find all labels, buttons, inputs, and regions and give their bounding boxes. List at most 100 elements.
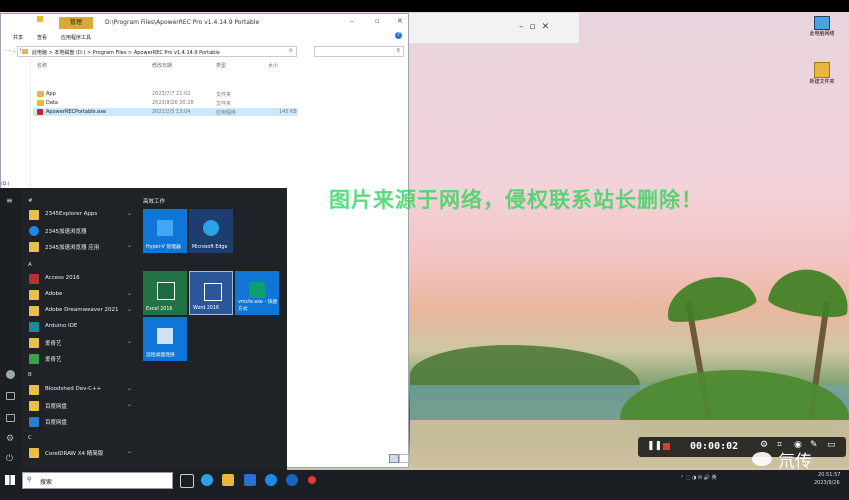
folder-icon <box>29 306 39 316</box>
section-header[interactable]: B <box>28 372 32 378</box>
app-list-item[interactable]: 爱奇艺 ⌄ <box>26 336 134 350</box>
breadcrumb[interactable]: 此电脑 > 本地磁盘 (D:) > Program Files > Apower… <box>17 46 297 57</box>
tile-excel[interactable]: Excel 2016 <box>143 271 187 315</box>
help-icon[interactable]: ? <box>395 32 402 39</box>
pictures-icon[interactable] <box>6 414 15 422</box>
taskbar-search-box[interactable]: ⚲ 搜索 <box>22 472 173 489</box>
start-button[interactable] <box>5 475 15 485</box>
window-controls[interactable]: –▫✕ <box>519 22 579 32</box>
file-type: 文件夹 <box>216 101 232 107</box>
app-list-item[interactable]: Arduino IDE <box>26 320 134 334</box>
app-list-item[interactable]: Bloodshed Dev-C++ ⌄ <box>26 383 134 397</box>
search-icon: ⚲ <box>396 48 400 54</box>
app-list-item[interactable]: 2345Explorer Apps ⌄ <box>26 208 134 222</box>
documents-icon[interactable] <box>6 392 15 400</box>
close-icon[interactable]: ✕ <box>397 17 403 25</box>
folder-icon <box>29 242 39 252</box>
settings-icon[interactable]: ⚙ <box>6 434 14 444</box>
tab-share[interactable]: 共享 <box>13 34 23 41</box>
chevron-down-icon: ⌄ <box>126 338 132 345</box>
file-row[interactable]: Data 2023/9/26 20:28 文件夹 <box>33 99 298 107</box>
tile-hyper-v[interactable]: Hyper-V 管理器 <box>143 209 187 253</box>
chevron-down-icon: ⌄ <box>126 290 132 297</box>
file-size: 145 KB <box>279 109 297 115</box>
word-icon <box>204 283 222 301</box>
browser-icon <box>29 226 39 236</box>
store-icon[interactable] <box>244 474 256 486</box>
app-list-item[interactable]: Adobe ⌄ <box>26 288 134 302</box>
app-list-item[interactable]: Adobe Dreamweaver 2021 ⌄ <box>26 304 134 318</box>
app-list-item[interactable]: 百度网盘 <box>26 415 134 429</box>
tab-app-tools[interactable]: 应用程序工具 <box>61 34 91 41</box>
brand-text: 氘传 <box>778 452 812 472</box>
start-menu: ≡ ⚙ ⏻ # 2345Explorer Apps ⌄ 2345加速浏览器 234… <box>0 188 287 470</box>
column-date[interactable]: 修改日期 <box>152 62 172 69</box>
nav-item-drive[interactable]: (D:) <box>1 182 10 187</box>
file-date: 2023/7/7 21:02 <box>152 91 191 97</box>
app-icon[interactable] <box>286 474 298 486</box>
folder-icon <box>22 49 28 54</box>
details-view-icon[interactable] <box>389 454 399 463</box>
desktop-icon[interactable]: 此电脑网络 <box>805 16 839 37</box>
browser-icon[interactable] <box>265 474 277 486</box>
app-list-item[interactable]: 2345加速浏览器 应用 ⌄ <box>26 240 134 254</box>
breadcrumb-item[interactable]: ApowerREC Pro v1.4.14.9 Portable <box>134 50 220 56</box>
section-header[interactable]: # <box>28 198 33 204</box>
maximize-icon[interactable]: ▫ <box>375 17 380 25</box>
app-list-item[interactable]: 百度网盘 ⌄ <box>26 399 134 413</box>
ribbon-tabs: 共享 查看 应用程序工具 ? <box>1 32 408 43</box>
minimize-icon[interactable]: – <box>350 17 354 25</box>
clock-date[interactable]: 2023/9/26 <box>814 480 840 486</box>
tab-view[interactable]: 查看 <box>37 34 47 41</box>
chat-icon[interactable]: ▭ <box>827 440 836 450</box>
task-view-icon[interactable] <box>180 474 194 488</box>
palm-leaf <box>766 263 849 322</box>
section-header[interactable]: C <box>28 435 32 441</box>
app-list-item[interactable]: CorelDRAW X4 精简版 ⌄ <box>26 446 134 460</box>
power-icon[interactable]: ⏻ <box>6 454 13 464</box>
large-icons-view-icon[interactable] <box>399 454 409 463</box>
app-list-item[interactable]: Access 2016 <box>26 272 134 286</box>
desktop-icon[interactable]: 新建文件夹 <box>805 62 839 85</box>
apowerrec-icon[interactable] <box>308 476 316 484</box>
tile-edge[interactable]: Microsoft Edge <box>189 209 233 253</box>
clock-time[interactable]: 20:51:57 <box>818 472 840 478</box>
search-input[interactable]: ⚲ <box>314 46 404 57</box>
edge-icon[interactable] <box>201 474 213 486</box>
window-title: D:\Program Files\ApowerREC Pro v1.4.14.9… <box>105 19 260 26</box>
folder-icon <box>814 62 830 78</box>
column-name[interactable]: 名称 <box>37 62 47 69</box>
computer-icon <box>814 16 830 30</box>
watermark-text: 图片来源于网络，侵权联系站长删除！ <box>329 188 703 212</box>
tray-icons[interactable]: ⌃ ⬚ ◑ ✉ 🔊 英 <box>680 474 717 481</box>
tile-remote-desktop[interactable]: 远程桌面连接 <box>143 317 187 361</box>
screen-top-band <box>0 0 849 12</box>
folder-icon <box>37 16 43 22</box>
column-type[interactable]: 类型 <box>216 62 226 69</box>
desktop-icon-label: 新建文件夹 <box>809 79 835 85</box>
user-avatar[interactable] <box>6 370 15 379</box>
pause-icon[interactable]: ❚❚ <box>647 441 662 451</box>
tile-word[interactable]: Word 2016 <box>189 271 233 315</box>
apowerrec-icon <box>37 109 43 115</box>
taskbar: ⚲ 搜索 ⌃ ⬚ ◑ ✉ 🔊 英 20:51:57 2023/9/26 <box>0 470 849 500</box>
app-list-item[interactable]: 2345加速浏览器 <box>26 224 134 238</box>
app-list-item[interactable]: 爱奇艺 <box>26 352 134 366</box>
iqiyi-icon <box>29 354 39 364</box>
file-row[interactable]: App 2023/7/7 21:02 文件夹 <box>33 90 298 98</box>
hamburger-icon[interactable]: ≡ <box>6 196 13 205</box>
file-explorer-icon[interactable] <box>222 474 234 486</box>
breadcrumb-item[interactable]: 此电脑 <box>32 50 47 56</box>
file-row[interactable]: ApowerRECPortable.exe 2021/2/5 13:04 应用程… <box>33 108 298 116</box>
hyper-v-icon <box>157 220 173 236</box>
column-size[interactable]: 大小 <box>268 62 278 69</box>
refresh-icon[interactable]: ⟳ <box>289 48 293 54</box>
section-header[interactable]: A <box>28 262 32 268</box>
tile-vmcfe[interactable]: vmcfe.exe - 快捷方式 <box>235 271 279 315</box>
manage-tab[interactable]: 管理 <box>59 17 93 29</box>
breadcrumb-item[interactable]: Program Files <box>93 50 127 56</box>
breadcrumb-item[interactable]: 本地磁盘 (D:) <box>54 50 85 56</box>
search-placeholder: 搜索 <box>40 479 53 486</box>
settings-icon[interactable]: ⚙ <box>760 440 768 450</box>
stop-icon[interactable] <box>663 443 670 450</box>
